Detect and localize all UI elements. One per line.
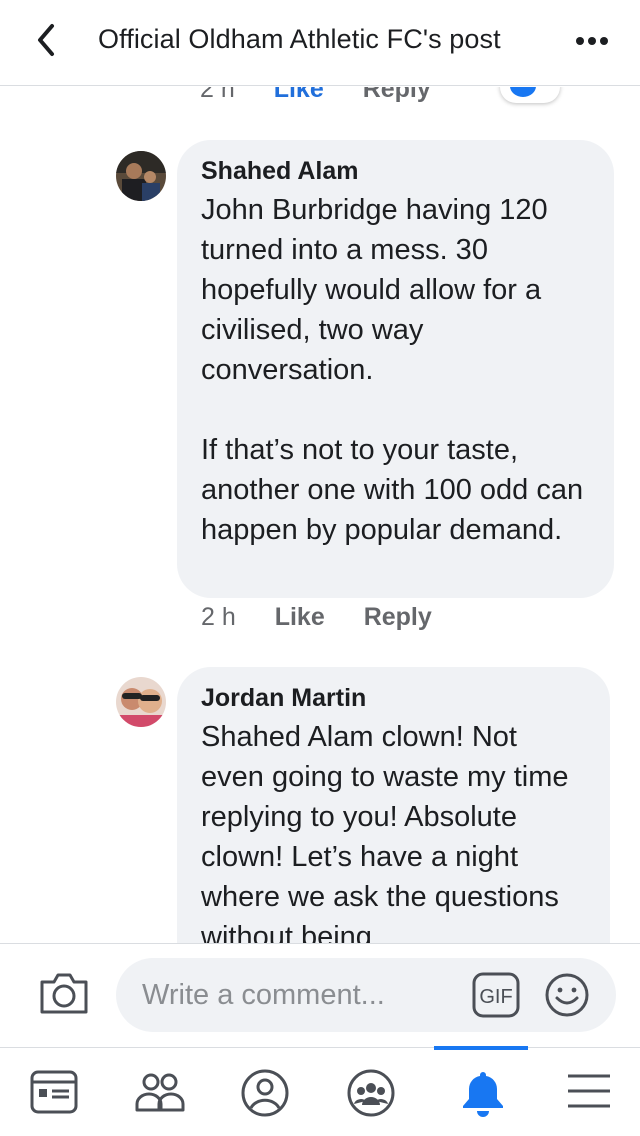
comment-bubble[interactable]: Jordan Martin Shahed Alam clown! Not eve… bbox=[177, 667, 610, 943]
tab-news-feed[interactable] bbox=[0, 1048, 106, 1136]
notifications-bell-icon bbox=[463, 1072, 503, 1117]
gif-icon: GIF bbox=[472, 972, 520, 1018]
menu-icon bbox=[568, 1074, 610, 1108]
emoji-button[interactable] bbox=[544, 972, 590, 1018]
chevron-left-icon bbox=[38, 24, 54, 56]
comment-time: 2 h bbox=[200, 87, 235, 103]
tab-friends[interactable] bbox=[106, 1048, 212, 1136]
profile-icon bbox=[241, 1069, 289, 1117]
smiley-icon bbox=[545, 973, 589, 1017]
comment-composer: GIF bbox=[0, 943, 640, 1047]
avatar[interactable] bbox=[116, 677, 166, 727]
tab-menu[interactable] bbox=[534, 1048, 640, 1136]
like-reaction-icon bbox=[510, 87, 536, 97]
avatar[interactable] bbox=[116, 151, 166, 201]
groups-icon bbox=[347, 1069, 395, 1117]
comment-input[interactable] bbox=[142, 958, 452, 1032]
reply-button[interactable]: Reply bbox=[363, 87, 431, 103]
back-button[interactable] bbox=[28, 20, 68, 60]
comment-text: John Burbridge having 120 turned into a … bbox=[201, 194, 584, 546]
like-button[interactable]: Like bbox=[275, 603, 325, 631]
news-feed-icon bbox=[30, 1070, 78, 1114]
camera-button[interactable] bbox=[38, 970, 90, 1016]
avatar-photo bbox=[116, 151, 166, 201]
camera-icon bbox=[40, 973, 88, 1014]
more-options-button[interactable] bbox=[572, 26, 612, 56]
gif-button[interactable]: GIF bbox=[472, 972, 520, 1018]
comment-actions: 2 h Like Reply bbox=[201, 603, 464, 632]
tab-profile[interactable] bbox=[212, 1048, 318, 1136]
tab-notifications[interactable] bbox=[428, 1048, 534, 1136]
reaction-count-pill[interactable] bbox=[500, 87, 560, 103]
more-dots-icon bbox=[576, 37, 608, 45]
like-button[interactable]: Like bbox=[274, 87, 324, 103]
avatar-photo bbox=[116, 677, 166, 727]
comment-bubble[interactable]: Shahed Alam John Burbridge having 120 tu… bbox=[177, 140, 614, 598]
comment-author[interactable]: Jordan Martin bbox=[201, 683, 586, 713]
reply-button[interactable]: Reply bbox=[364, 603, 432, 631]
previous-comment-actions: 2 h Like Reply bbox=[200, 87, 463, 104]
page-title: Official Oldham Athletic FC's post bbox=[98, 24, 501, 54]
top-bar: Official Oldham Athletic FC's post bbox=[0, 0, 640, 86]
friends-icon bbox=[135, 1073, 185, 1112]
comment-text: Shahed Alam clown! Not even going to was… bbox=[201, 721, 569, 943]
comment-author[interactable]: Shahed Alam bbox=[201, 156, 590, 186]
bottom-navigation bbox=[0, 1046, 640, 1136]
comments-feed[interactable]: 2 h Like Reply Shahed Alam John Burbridg… bbox=[0, 87, 640, 943]
gif-label: GIF bbox=[479, 986, 512, 1008]
comment-input-container[interactable]: GIF bbox=[116, 958, 616, 1032]
comment-time: 2 h bbox=[201, 603, 236, 631]
tab-groups[interactable] bbox=[318, 1048, 424, 1136]
